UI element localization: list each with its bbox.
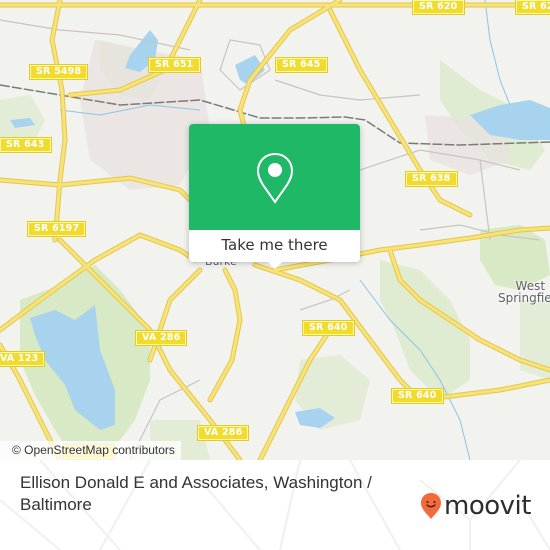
road-shield: SR 620 <box>515 0 550 15</box>
road-shield: SR 640 <box>302 320 355 336</box>
road-shield: SR 643 <box>0 137 52 153</box>
road-shield: SR 620 <box>412 0 465 15</box>
map-pin-icon <box>256 152 294 204</box>
footer: Ellison Donald E and Associates, Washing… <box>0 460 550 550</box>
popup-pointer <box>267 261 283 269</box>
road-shield: VA 286 <box>134 330 188 346</box>
park-area <box>380 260 470 400</box>
moovit-logo[interactable]: moovit <box>420 492 531 520</box>
location-popup: Take me there <box>189 124 360 269</box>
moovit-wordmark: moovit <box>444 491 531 521</box>
popup-header <box>189 124 360 230</box>
road-shield: SR 651 <box>148 57 201 73</box>
road-shield: VA 286 <box>196 425 250 441</box>
place-name: Ellison Donald E and Associates, Washing… <box>20 473 372 514</box>
road-shield: SR 645 <box>275 57 328 73</box>
take-me-there-button[interactable]: Take me there <box>189 230 360 262</box>
minor-road <box>479 159 491 241</box>
road-shield: SR 640 <box>391 388 444 404</box>
road-shield: SR 638 <box>405 171 458 187</box>
map[interactable]: SR 620 SR 620 SR 5498 SR 651 SR 645 SR 6… <box>0 0 550 460</box>
road-shield: SR 5498 <box>28 64 89 80</box>
road-shield: VA 123 <box>0 351 46 367</box>
minor-road <box>274 79 421 101</box>
map-attribution[interactable]: © OpenStreetMap contributors <box>0 441 181 460</box>
place-label-west-springfield: West Springfield <box>498 279 550 305</box>
moovit-pin-smile-icon <box>421 493 441 519</box>
road-shield: SR 6197 <box>26 221 87 237</box>
stream <box>484 0 511 106</box>
